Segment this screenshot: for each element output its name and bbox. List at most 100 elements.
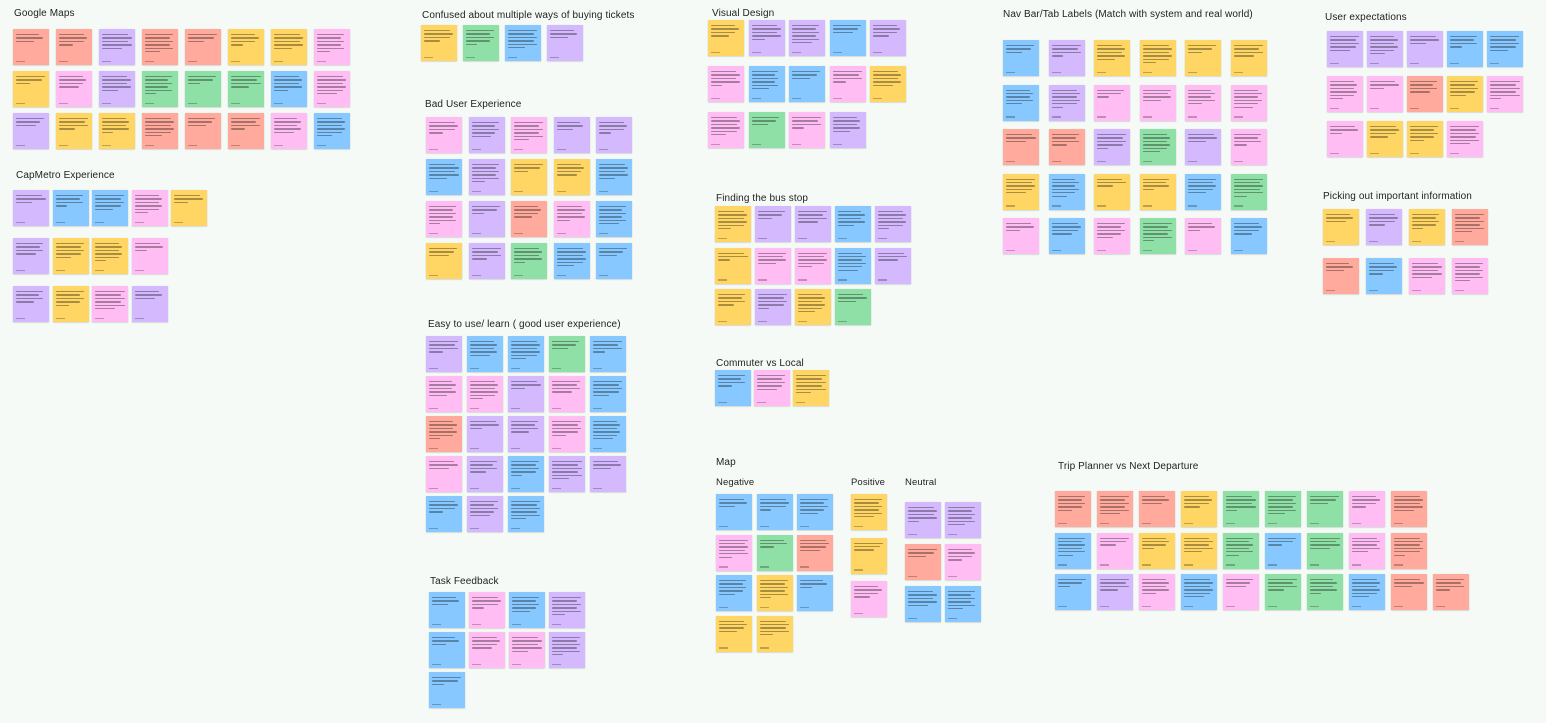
sticky-note[interactable] [1307, 491, 1343, 527]
sticky-note[interactable] [590, 336, 626, 372]
sticky-note[interactable] [1230, 173, 1267, 210]
sticky-note[interactable] [789, 66, 825, 102]
sticky-note[interactable] [829, 66, 866, 102]
sticky-note[interactable] [789, 20, 825, 56]
sticky-note[interactable] [131, 190, 168, 226]
sticky-note[interactable] [426, 117, 462, 153]
sticky-note[interactable] [1327, 121, 1363, 157]
sticky-note[interactable] [1139, 84, 1176, 121]
sticky-note[interactable] [1139, 129, 1176, 165]
sticky-note[interactable] [1265, 491, 1301, 527]
sticky-note[interactable] [1048, 84, 1085, 121]
sticky-note[interactable] [1181, 491, 1217, 527]
sticky-note[interactable] [851, 537, 887, 574]
sticky-note[interactable] [1139, 173, 1176, 210]
sticky-note[interactable] [715, 370, 751, 406]
sticky-note[interactable] [1185, 40, 1221, 76]
sticky-note[interactable] [590, 416, 626, 452]
sticky-note[interactable] [1265, 532, 1301, 569]
sticky-note[interactable] [1048, 218, 1085, 254]
sticky-note[interactable] [1185, 173, 1221, 210]
sticky-note[interactable] [835, 289, 871, 325]
sticky-note[interactable] [426, 496, 462, 532]
sticky-note[interactable] [905, 502, 941, 538]
sticky-note[interactable] [754, 370, 790, 406]
sticky-note[interactable] [1048, 173, 1085, 210]
sticky-note[interactable] [1367, 121, 1403, 157]
sticky-note[interactable] [1349, 491, 1385, 527]
sticky-note[interactable] [553, 117, 590, 153]
sticky-note[interactable] [1139, 532, 1175, 569]
sticky-note[interactable] [1307, 574, 1343, 610]
sticky-note[interactable] [468, 201, 505, 237]
sticky-note[interactable] [590, 376, 626, 412]
sticky-note[interactable] [1391, 491, 1427, 527]
sticky-note[interactable] [1230, 40, 1267, 76]
sticky-note[interactable] [467, 496, 503, 532]
sticky-note[interactable] [13, 190, 49, 226]
sticky-note[interactable] [1366, 209, 1402, 245]
sticky-note[interactable] [509, 632, 545, 668]
sticky-note[interactable] [1223, 491, 1259, 527]
sticky-note[interactable] [99, 29, 135, 65]
sticky-note[interactable] [797, 575, 833, 611]
sticky-note[interactable] [508, 456, 544, 492]
sticky-note[interactable] [142, 113, 178, 149]
sticky-note[interactable] [789, 112, 825, 148]
sticky-note[interactable] [1265, 574, 1301, 610]
sticky-note[interactable] [1407, 121, 1443, 157]
sticky-note[interactable] [314, 113, 350, 149]
sticky-note[interactable] [1139, 40, 1176, 76]
sticky-note[interactable] [1048, 129, 1085, 165]
sticky-note[interactable] [716, 575, 752, 611]
sticky-note[interactable] [511, 159, 547, 195]
sticky-note[interactable] [795, 289, 831, 325]
sticky-note[interactable] [429, 672, 465, 708]
sticky-note[interactable] [756, 534, 793, 571]
sticky-note[interactable] [1139, 491, 1175, 527]
sticky-note[interactable] [468, 159, 505, 195]
sticky-note[interactable] [1097, 532, 1133, 569]
sticky-note[interactable] [1366, 258, 1402, 294]
sticky-note[interactable] [52, 190, 89, 226]
sticky-note[interactable] [1181, 532, 1217, 569]
sticky-note[interactable] [429, 592, 465, 628]
sticky-note[interactable] [508, 496, 544, 532]
sticky-note[interactable] [1094, 129, 1130, 165]
sticky-note[interactable] [56, 29, 92, 65]
sticky-note[interactable] [13, 71, 49, 107]
sticky-note[interactable] [748, 66, 785, 102]
sticky-note[interactable] [1487, 31, 1523, 67]
sticky-note[interactable] [716, 494, 752, 530]
sticky-note[interactable] [715, 289, 751, 325]
sticky-note[interactable] [426, 376, 462, 412]
sticky-note[interactable] [314, 71, 350, 107]
sticky-note[interactable] [835, 206, 871, 242]
sticky-note[interactable] [829, 20, 866, 56]
sticky-note[interactable] [1097, 491, 1133, 527]
sticky-note[interactable] [426, 336, 462, 372]
sticky-note[interactable] [905, 544, 941, 580]
sticky-note[interactable] [508, 376, 544, 412]
sticky-note[interactable] [1447, 76, 1483, 112]
sticky-note[interactable] [56, 113, 92, 149]
sticky-note[interactable] [1055, 532, 1091, 569]
sticky-note[interactable] [426, 201, 462, 237]
sticky-note[interactable] [549, 416, 585, 452]
sticky-note[interactable] [1003, 173, 1039, 210]
sticky-note[interactable] [142, 29, 178, 65]
sticky-note[interactable] [549, 456, 585, 492]
sticky-note[interactable] [945, 544, 981, 580]
sticky-note[interactable] [13, 113, 49, 149]
sticky-note[interactable] [553, 159, 590, 195]
sticky-note[interactable] [1003, 84, 1039, 121]
sticky-note[interactable] [56, 71, 92, 107]
sticky-note[interactable] [755, 206, 791, 242]
sticky-note[interactable] [13, 286, 49, 322]
sticky-note[interactable] [1223, 532, 1259, 569]
sticky-note[interactable] [271, 71, 307, 107]
sticky-note[interactable] [553, 243, 590, 279]
sticky-note[interactable] [1094, 40, 1130, 76]
sticky-note[interactable] [469, 592, 505, 628]
sticky-note[interactable] [52, 286, 89, 322]
